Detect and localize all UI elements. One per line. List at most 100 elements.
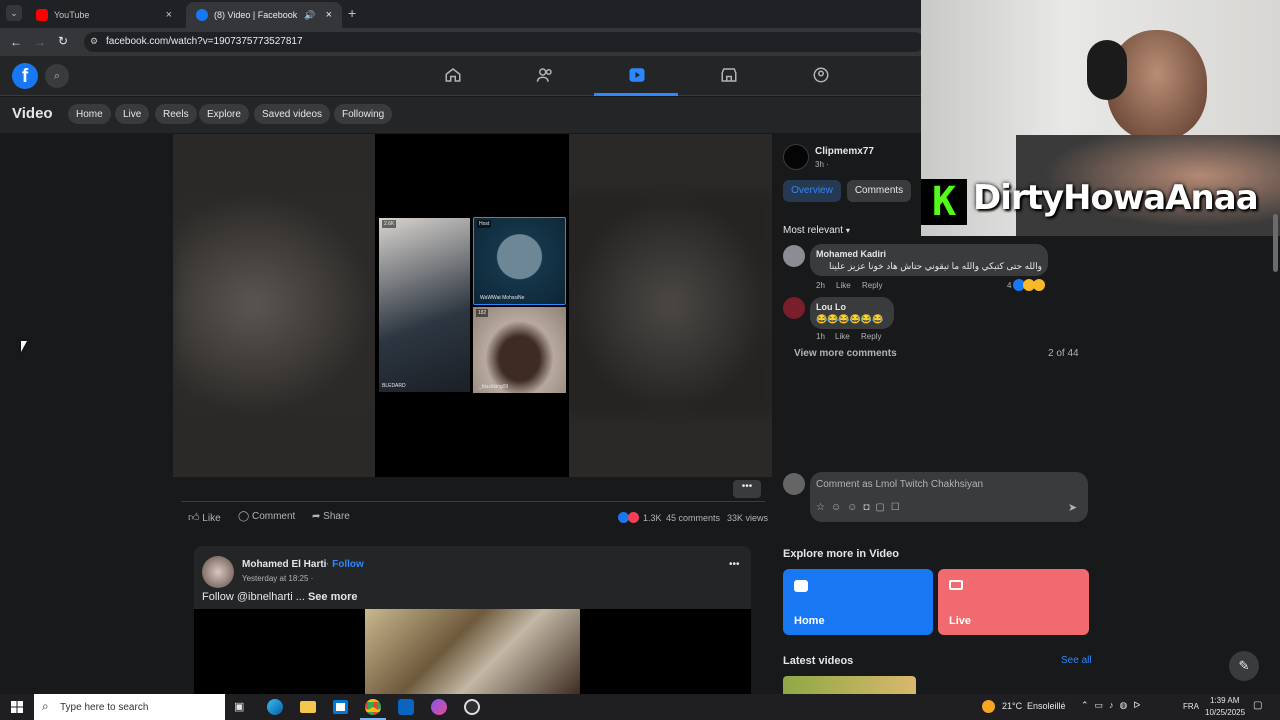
task-view-icon[interactable]: ▣ (234, 700, 244, 713)
comment-reply[interactable]: Reply (862, 281, 882, 290)
author-name[interactable]: Clipmemx77 (815, 146, 874, 157)
tab-youtube[interactable]: YouTube × (26, 2, 182, 28)
new-tab-button[interactable]: + (348, 5, 356, 21)
clock-time[interactable]: 1:39 AM (1210, 696, 1239, 705)
explore-card-home[interactable]: Home (783, 569, 933, 635)
comment-avatar[interactable] (783, 245, 805, 267)
comment-like[interactable]: Like (835, 332, 850, 341)
comment-label: Comment (251, 511, 296, 522)
weather-text[interactable]: Ensoleillé (1027, 701, 1066, 711)
view-more-comments[interactable]: View more comments (794, 348, 897, 359)
reaction-count[interactable]: 1.3K (643, 513, 662, 523)
send-icon[interactable]: ➤ (1068, 501, 1077, 514)
explore-card-label: Home (794, 615, 825, 627)
obs-icon[interactable] (464, 699, 480, 715)
site-info-icon[interactable]: ⚙ (90, 36, 98, 47)
notification-icon[interactable]: ▢ (1253, 700, 1262, 711)
latest-videos-title: Latest videos (783, 655, 854, 667)
forward-icon[interactable]: → (34, 35, 46, 49)
see-all-link[interactable]: See all (1061, 655, 1092, 666)
post-time: Yesterday at 18:25 · (242, 574, 314, 583)
tile-name: WaWWat MohssiNe (480, 295, 525, 301)
tab-overview[interactable]: Overview (783, 180, 841, 202)
tray-icons[interactable]: ⌃▭♪◍ᐅ (1081, 700, 1146, 711)
file-explorer-icon[interactable] (300, 701, 316, 713)
groups-nav-icon[interactable] (810, 66, 832, 88)
thumbs-up-icon: 👍︎ (188, 512, 200, 524)
address-bar[interactable]: ⚙ facebook.com/watch?v=1907375773527817 (84, 32, 924, 52)
subnav-pill-home[interactable]: Home (68, 104, 111, 124)
like-button[interactable]: 👍︎ Like (188, 511, 221, 524)
comment-page-count: 2 of 44 (1048, 348, 1079, 359)
post-more-icon[interactable]: ••• (729, 559, 740, 570)
comment-author[interactable]: Mohamed Kadiri (816, 249, 886, 259)
subnav-pill-following[interactable]: Following (334, 104, 393, 124)
edge-icon[interactable] (267, 699, 283, 715)
love-reaction-icon (628, 512, 639, 523)
compose-avatar (783, 473, 805, 495)
compose-edit-icon[interactable]: ✎ (1229, 651, 1259, 681)
taskbar-search[interactable]: ⌕ Type here to search (34, 694, 225, 720)
post-video[interactable] (194, 609, 751, 694)
search-icon[interactable]: ⌕ (45, 64, 69, 88)
start-button[interactable] (0, 694, 34, 720)
outlook-icon[interactable] (398, 699, 414, 715)
close-icon[interactable]: × (326, 9, 332, 21)
subnav-pill-live[interactable]: Live (115, 104, 150, 124)
facebook-logo[interactable]: f (12, 63, 38, 89)
tile-badge: 2.6K (382, 220, 397, 228)
messenger-icon[interactable] (431, 699, 447, 715)
chrome-icon[interactable] (365, 699, 381, 715)
live-camera-icon (949, 580, 963, 590)
comment-avatar[interactable] (783, 297, 805, 319)
comment-compose-box[interactable]: Comment as Lmol Twitch Chakhsiyan ☆☺☺◘▢☐… (810, 472, 1088, 522)
video-frame: 2.6K BLEDARD Host WaWWat MohssiNe 182 _b… (375, 134, 569, 477)
comment-reply[interactable]: Reply (861, 332, 881, 341)
comment-input[interactable]: Comment as Lmol Twitch Chakhsiyan (816, 479, 983, 490)
close-icon[interactable]: × (166, 9, 172, 21)
see-more-link[interactable]: See more (308, 591, 358, 603)
tab-facebook[interactable]: (8) Video | Facebook 🔊 × (186, 2, 342, 28)
comment-count[interactable]: 45 comments (666, 513, 720, 523)
video-nav-icon[interactable] (626, 66, 648, 88)
language-indicator[interactable]: FRA (1183, 702, 1199, 711)
post-author-name[interactable]: Mohamed El Harti (242, 559, 326, 570)
share-button[interactable]: ➦ Share (312, 511, 350, 522)
explore-title: Explore more in Video (783, 548, 899, 560)
marketplace-nav-icon[interactable] (718, 66, 740, 88)
subnav-pill-explore[interactable]: Explore (199, 104, 249, 124)
post-time: 3h · (815, 160, 829, 169)
speaker-icon[interactable]: 🔊 (304, 10, 315, 21)
tab-comments[interactable]: Comments (847, 180, 911, 202)
compose-tools[interactable]: ☆☺☺◘▢☐ (816, 502, 906, 513)
clock-date[interactable]: 10/25/2025 (1205, 708, 1245, 717)
reload-icon[interactable]: ↻ (58, 34, 68, 48)
explore-card-live[interactable]: Live (938, 569, 1089, 635)
comment-reaction-count[interactable]: 4 (1007, 281, 1011, 290)
url-text: facebook.com/watch?v=1907375773527817 (106, 36, 303, 47)
sort-dropdown[interactable]: Most relevant ▾ (783, 225, 850, 236)
store-icon[interactable] (333, 700, 348, 714)
page-scrollbar[interactable] (1273, 214, 1278, 272)
comment-like[interactable]: Like (836, 281, 851, 290)
latest-video-thumb[interactable] (783, 676, 916, 694)
comment-author[interactable]: Lou Lo (816, 302, 846, 312)
video-progress-bar[interactable] (181, 501, 765, 502)
comment-button[interactable]: ◯ Comment (238, 511, 295, 522)
home-nav-icon[interactable] (442, 66, 464, 88)
subnav-pill-reels[interactable]: Reels (155, 104, 197, 124)
sort-label: Most relevant (783, 225, 844, 236)
more-options-icon[interactable]: ••• (733, 480, 761, 498)
post-author-avatar[interactable] (202, 556, 234, 588)
weather-temp[interactable]: 21°C (1002, 701, 1022, 711)
video-blur-left (173, 194, 375, 414)
video-player[interactable]: 2.6K BLEDARD Host WaWWat MohssiNe 182 _b… (173, 134, 772, 477)
tab-list-button[interactable]: ⌄ (6, 5, 22, 21)
author-avatar[interactable] (783, 144, 809, 170)
comment-text: والله حتى كتبكي والله ما تيقوني حتاش هاد… (828, 261, 1042, 271)
follow-link[interactable]: · Follow (326, 559, 364, 570)
back-icon[interactable]: ← (10, 35, 22, 49)
kick-logo: K (921, 179, 967, 225)
subnav-pill-saved-videos[interactable]: Saved videos (254, 104, 331, 124)
friends-nav-icon[interactable] (534, 66, 556, 88)
